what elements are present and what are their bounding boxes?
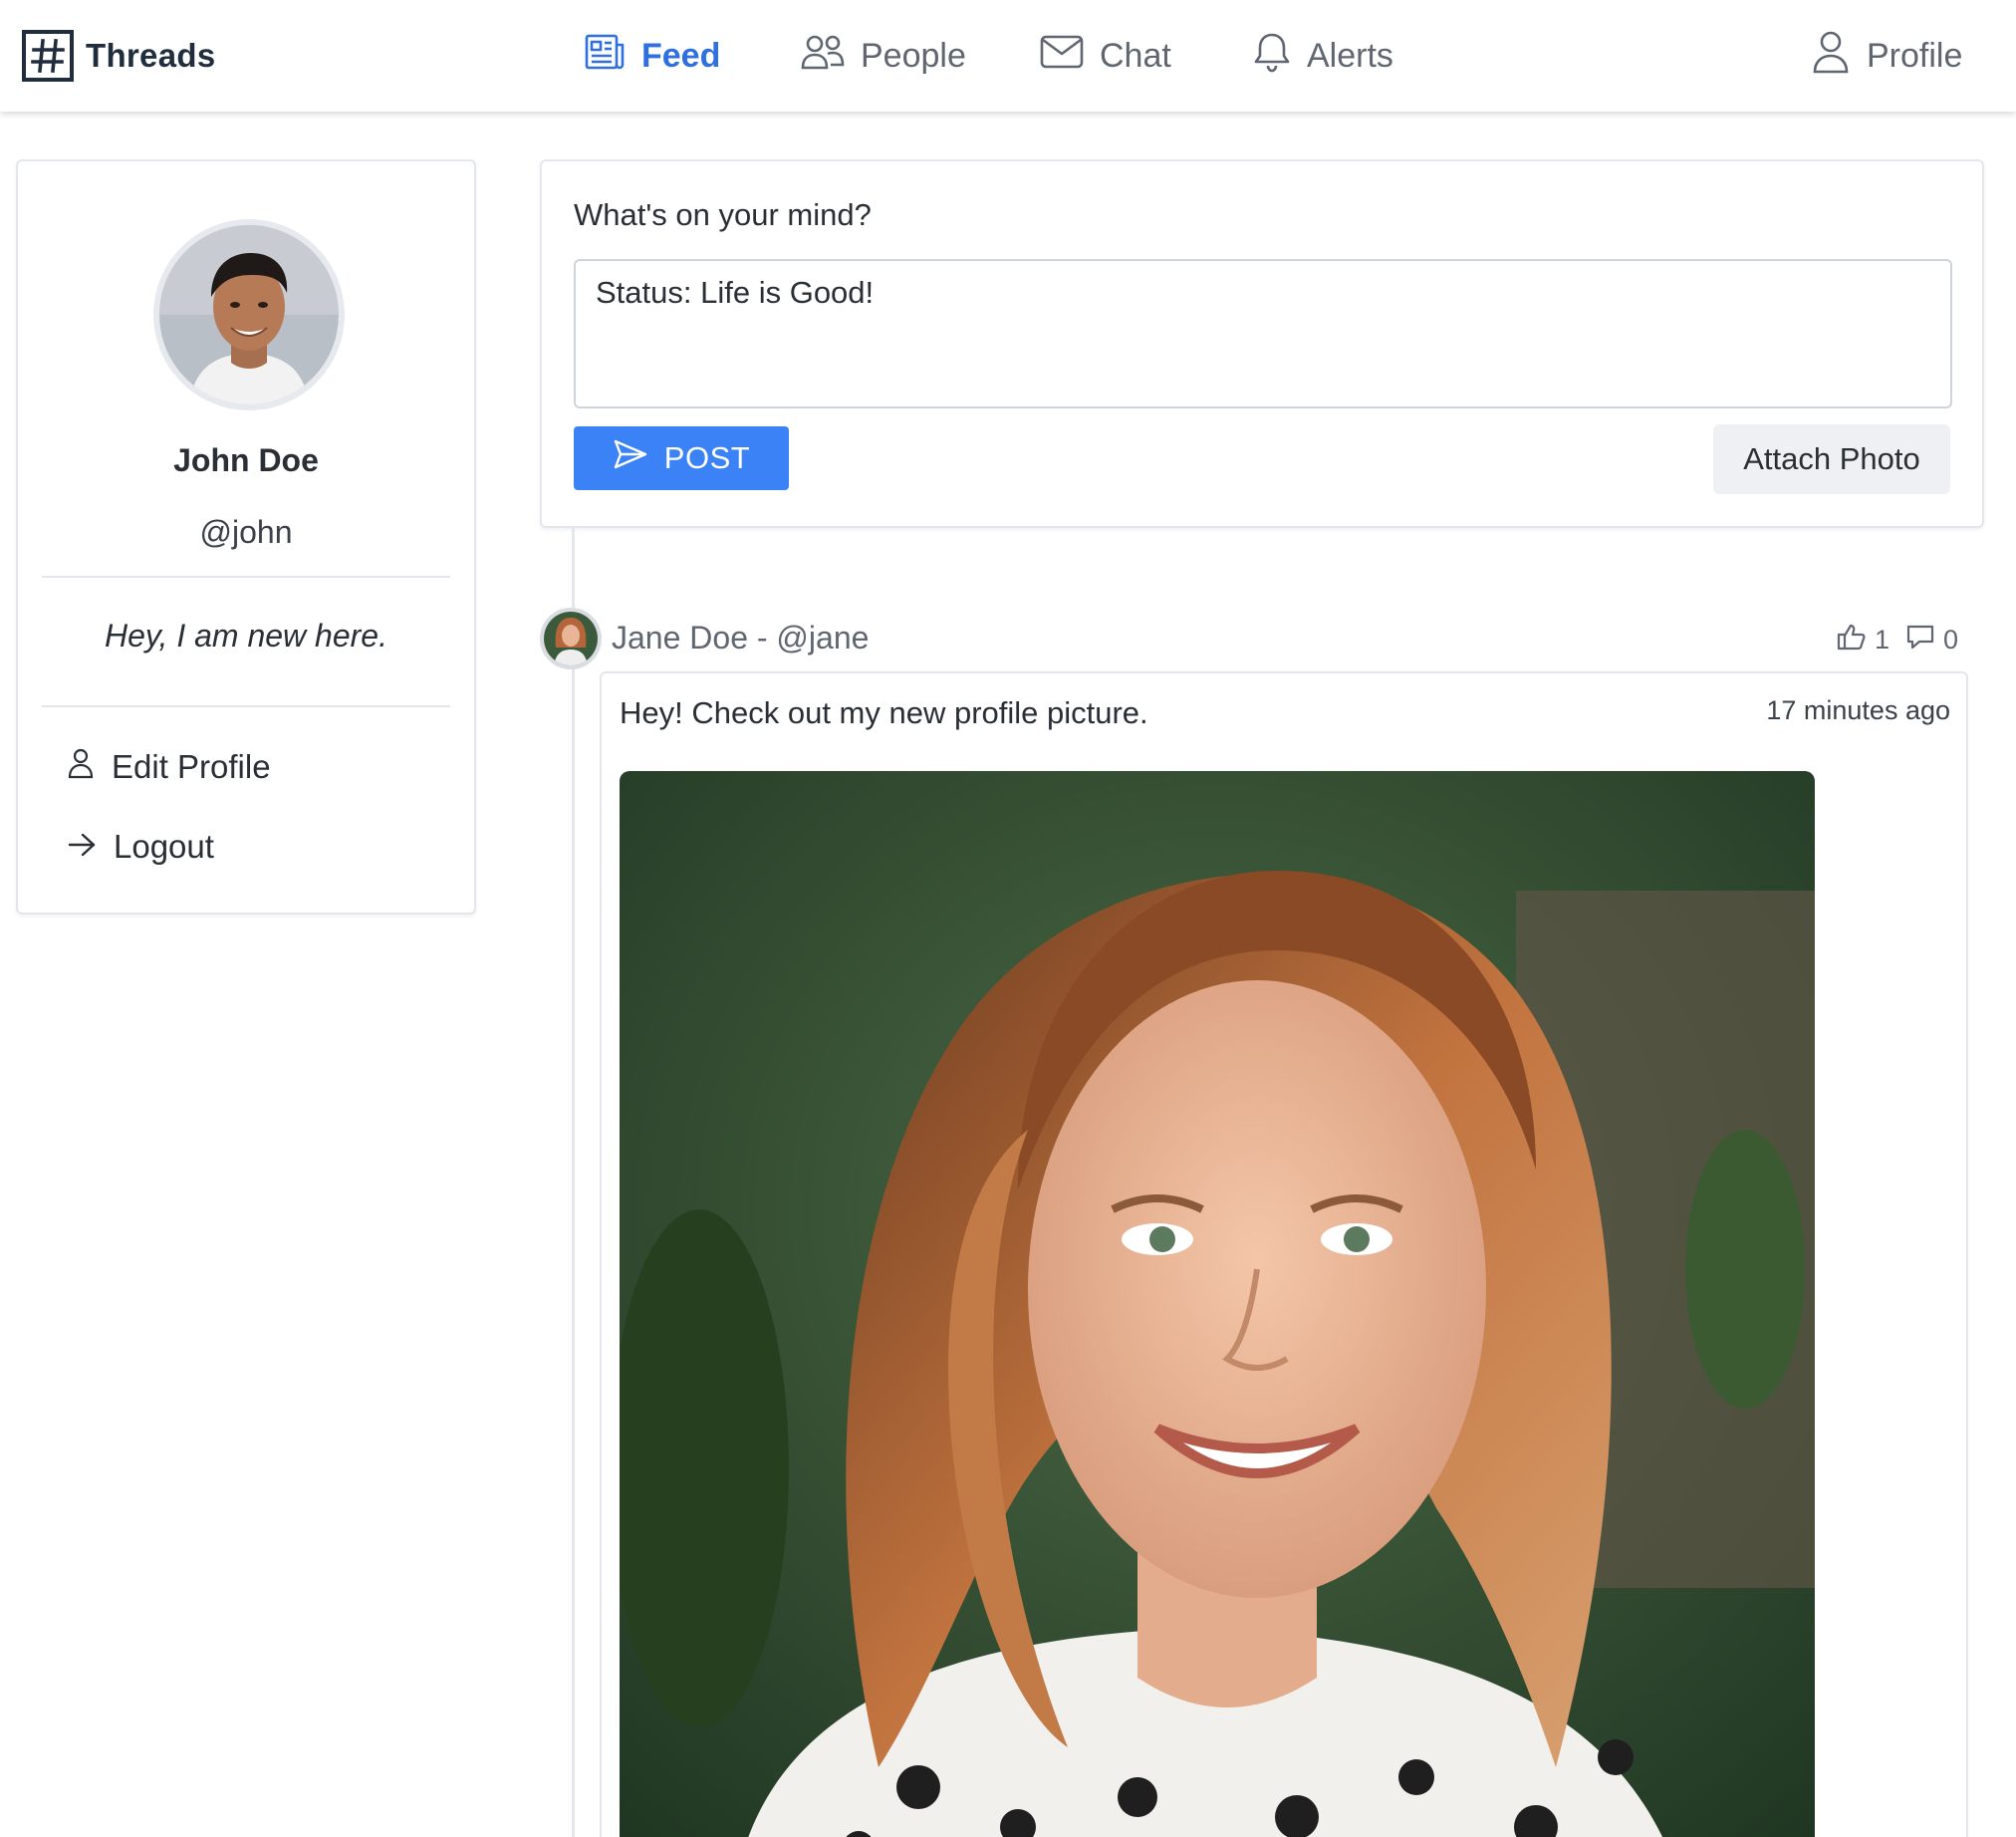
hash-logo-icon	[22, 30, 74, 82]
nav-feed[interactable]: Feed	[584, 30, 720, 82]
post-author-avatar[interactable]	[540, 608, 602, 669]
nav-people[interactable]: People	[801, 30, 966, 82]
post-timestamp: 17 minutes ago	[1766, 695, 1950, 725]
post-stats: 1 0	[1837, 620, 1958, 659]
like-button[interactable]: 1	[1837, 623, 1890, 657]
profile-card: John Doe @john Hey, I am new here. Edit …	[16, 159, 476, 915]
brand[interactable]: Threads	[22, 30, 215, 82]
people-icon	[801, 32, 861, 81]
composer-prompt: What's on your mind?	[574, 197, 872, 232]
brand-name: Threads	[86, 37, 216, 74]
nav-feed-label: Feed	[641, 36, 721, 75]
top-navbar: Threads Feed People Chat Alerts Profile	[0, 0, 2016, 112]
post-author[interactable]: Jane Doe - @jane	[612, 620, 869, 656]
profile-handle: @john	[199, 514, 293, 550]
arrow-right-icon	[68, 828, 114, 866]
comment-button[interactable]: 0	[1905, 623, 1958, 657]
app-root: Threads Feed People Chat Alerts Profile …	[0, 0, 2016, 1837]
nav-chat[interactable]: Chat	[1040, 30, 1171, 82]
timeline-line	[572, 528, 575, 1837]
nav-people-label: People	[861, 36, 966, 75]
post-button[interactable]: POST	[574, 426, 789, 490]
profile-divider	[42, 576, 450, 578]
profile-bio: Hey, I am new here.	[105, 618, 387, 654]
post-button-label: POST	[663, 440, 751, 475]
attach-photo-button[interactable]: Attach Photo	[1713, 424, 1950, 494]
nav-profile-label: Profile	[1867, 36, 1963, 75]
nav-chat-label: Chat	[1100, 36, 1171, 75]
comment-count: 0	[1942, 624, 1958, 655]
bell-icon	[1253, 31, 1307, 82]
like-count: 1	[1874, 624, 1890, 655]
post-card: Hey! Check out my new profile picture. 1…	[600, 671, 1968, 1837]
comment-icon	[1905, 623, 1943, 657]
profile-divider	[42, 705, 450, 707]
person-icon	[68, 747, 112, 787]
status-input[interactable]: Status: Life is Good!	[574, 259, 1952, 408]
post-composer: What's on your mind? Status: Life is Goo…	[540, 159, 1984, 528]
post-photo[interactable]	[620, 771, 1815, 1837]
thumbs-up-icon	[1837, 623, 1875, 657]
edit-profile-label: Edit Profile	[112, 748, 271, 785]
person-icon	[1811, 30, 1867, 83]
newspaper-icon	[584, 33, 641, 80]
post-text: Hey! Check out my new profile picture.	[620, 695, 1148, 730]
envelope-icon	[1040, 34, 1100, 79]
logout-link[interactable]: Logout	[68, 825, 214, 869]
logout-label: Logout	[114, 828, 214, 865]
nav-profile[interactable]: Profile	[1811, 30, 1962, 82]
profile-avatar[interactable]	[153, 219, 345, 410]
nav-alerts-label: Alerts	[1307, 36, 1393, 75]
profile-name: John Doe	[173, 442, 319, 478]
edit-profile-link[interactable]: Edit Profile	[68, 745, 271, 789]
send-icon	[613, 438, 664, 478]
nav-alerts[interactable]: Alerts	[1253, 30, 1393, 82]
